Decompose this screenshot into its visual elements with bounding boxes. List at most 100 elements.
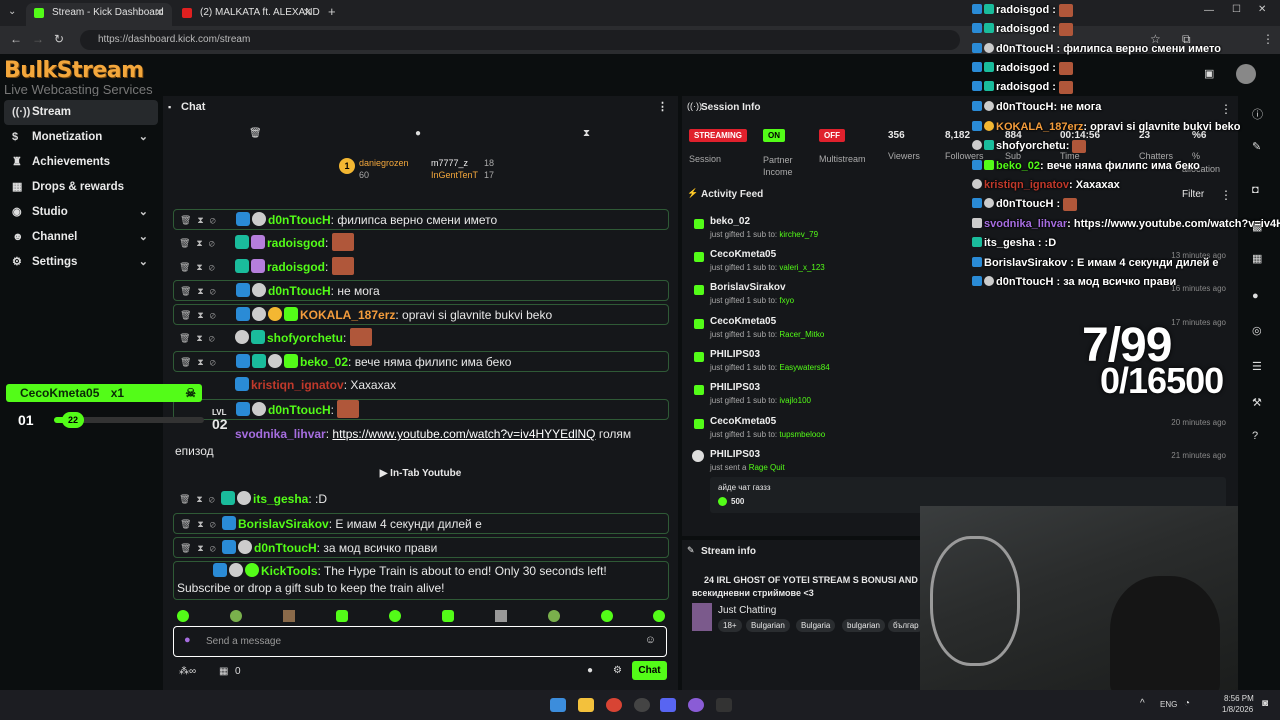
chat-username[interactable]: KickTools (261, 564, 317, 578)
obs-icon[interactable] (634, 698, 650, 712)
windows-start-icon[interactable] (550, 698, 566, 712)
sidebar-item-studio[interactable]: ◉ Studio ⌄ (0, 200, 162, 225)
info-icon[interactable]: ⓘ (1252, 106, 1263, 122)
mod-actions-icon[interactable]: 🗑⧗⊘ (180, 538, 222, 557)
mod-actions-icon[interactable]: 🗑⧗⊘ (180, 305, 222, 324)
activity-target[interactable]: kirchev_79 (779, 230, 818, 239)
sidebar-item-settings[interactable]: ⚙ Settings ⌄ (0, 250, 162, 275)
emote-icon[interactable] (548, 610, 560, 622)
sidebar-item-drops[interactable]: ▦ Drops & rewards (0, 175, 162, 200)
microphone-icon[interactable]: ● (184, 634, 191, 646)
activity-target[interactable]: ivajlo100 (779, 396, 811, 405)
hourglass-icon[interactable]: ⧗ (583, 128, 590, 139)
emote-icon[interactable] (230, 610, 242, 622)
browser-tab-youtube[interactable]: (2) MALKATA ft. ALEXANDE ✕ (174, 3, 320, 26)
category-name[interactable]: Just Chatting (718, 605, 776, 616)
clock-date[interactable]: 1/8/2026 (1222, 705, 1253, 714)
chat-settings-icon[interactable]: ● (587, 665, 593, 676)
chat-link[interactable]: https://www.youtube.com/watch?v=iv4HYYEd… (332, 427, 595, 441)
terminal-icon[interactable] (716, 698, 732, 712)
discord-icon[interactable] (660, 698, 676, 712)
chat-username[interactable]: radoisgod (267, 260, 325, 274)
emoji-icon[interactable]: ☺ (645, 634, 656, 646)
sidebar-item-stream[interactable]: ((·)) Stream (4, 100, 158, 125)
tag[interactable]: българ (888, 619, 924, 632)
emote-icon[interactable] (601, 610, 613, 622)
emote-icon[interactable] (653, 610, 665, 622)
chat-bubble-icon[interactable]: ● (1252, 290, 1259, 302)
gear-icon[interactable]: ⚙ (613, 665, 622, 676)
tray-arrow-icon[interactable]: ^ (1140, 698, 1145, 709)
wrench-icon[interactable]: ⚒ (1252, 396, 1262, 409)
more-options-icon[interactable]: ⋮ (1220, 102, 1232, 116)
emote-icon[interactable] (442, 610, 454, 622)
chat-username[interactable]: BorislavSirakov (238, 517, 329, 531)
mod-actions-icon[interactable]: 🗑⧗⊘ (179, 489, 221, 510)
wifi-icon[interactable]: ◔ (1184, 698, 1190, 709)
app-icon[interactable] (688, 698, 704, 712)
chat-username[interactable]: d0nTtoucH (268, 213, 331, 227)
camera-icon[interactable]: ◘ (1252, 184, 1259, 196)
mod-actions-icon[interactable]: 🗑⧗⊘ (180, 210, 222, 229)
activity-name[interactable]: CecoKmeta05 (710, 416, 1226, 427)
browser-tab-kick[interactable]: Stream - Kick Dashboard ✕ (26, 3, 172, 26)
chat-input[interactable]: ● Send a message ☺ (173, 626, 667, 657)
broadcast-icon[interactable]: ◎ (1252, 324, 1262, 337)
more-options-icon[interactable]: ⋮ (657, 96, 668, 118)
sidebar-item-achievements[interactable]: ♜ Achievements (0, 150, 162, 175)
chat-username[interactable]: its_gesha (253, 492, 308, 506)
pencil-icon[interactable]: ✎ (1252, 140, 1261, 153)
emote-icon[interactable] (336, 610, 348, 622)
mod-actions-icon[interactable]: 🗑⧗⊘ (179, 257, 221, 278)
address-bar[interactable]: https://dashboard.kick.com/stream (80, 30, 960, 50)
mod-actions-icon[interactable]: 🗑⧗⊘ (179, 233, 221, 254)
chat-username[interactable]: radoisgod (267, 236, 325, 250)
chrome-icon[interactable] (606, 698, 622, 712)
activity-target[interactable]: Racer_Mitko (779, 330, 824, 339)
maximize-button[interactable]: ☐ (1232, 4, 1241, 15)
send-chat-button[interactable]: Chat (632, 661, 667, 680)
chat-username[interactable]: kristiqn_ignatov (251, 378, 344, 392)
mod-actions-icon[interactable]: 🗑⧗⊘ (180, 514, 222, 533)
activity-target[interactable]: valeri_x_123 (779, 263, 824, 272)
sidebar-item-channel[interactable]: ☻ Channel ⌄ (0, 225, 162, 250)
emote-icon[interactable] (389, 610, 401, 622)
close-tab-icon[interactable]: ✕ (155, 3, 164, 23)
notification-bell-icon[interactable]: ◙ (1262, 698, 1268, 709)
chat-username[interactable]: d0nTtoucH (268, 403, 331, 417)
help-icon[interactable]: ? (1252, 430, 1258, 442)
chat-username[interactable]: d0nTtoucH (254, 541, 317, 555)
activity-target[interactable]: Easywaters84 (779, 363, 829, 372)
chat-username[interactable]: d0nTtoucH (268, 284, 331, 298)
chat-username[interactable]: shofyorchetu (267, 331, 343, 345)
emote-icon[interactable] (283, 610, 295, 622)
gift-icon[interactable]: ▦ (219, 666, 228, 677)
back-icon[interactable]: ← (10, 32, 22, 46)
tag[interactable]: Bulgaria (796, 619, 836, 632)
filter-button[interactable]: Filter (1182, 189, 1204, 200)
sidebar-item-monetization[interactable]: $ Monetization ⌄ (0, 125, 162, 150)
forward-icon[interactable]: → (32, 32, 44, 46)
menu-dots-icon[interactable]: ⋮ (1262, 32, 1274, 46)
clock-time[interactable]: 8:56 PM (1224, 694, 1254, 703)
tag[interactable]: Bulgarian (746, 619, 790, 632)
tag[interactable]: bulgarian (842, 619, 885, 632)
close-window-button[interactable]: ✕ (1258, 4, 1266, 15)
notifications-icon[interactable]: ▣ (1204, 67, 1214, 80)
chat-bubble-icon[interactable]: ● (415, 128, 421, 139)
file-explorer-icon[interactable] (578, 698, 594, 712)
chat-username[interactable]: svodnika_lihvar (235, 427, 326, 441)
language-indicator[interactable]: ENG (1160, 700, 1177, 709)
chat-username[interactable]: beko_02 (300, 355, 348, 369)
mod-actions-icon[interactable]: 🗑⧗⊘ (179, 328, 221, 349)
emote-icon[interactable] (177, 610, 189, 622)
tab-menu-icon[interactable]: ⌄ (8, 6, 16, 17)
tag[interactable]: 18+ (718, 619, 742, 632)
activity-target[interactable]: fxyo (779, 296, 794, 305)
chat-username[interactable]: KOKALA_187erz (300, 308, 395, 322)
activity-target[interactable]: tupsmbelooo (779, 430, 825, 439)
more-options-icon[interactable]: ⋮ (1220, 188, 1232, 202)
intab-youtube-banner[interactable]: ▶ In-Tab Youtube (163, 468, 678, 479)
reload-icon[interactable]: ↻ (54, 32, 64, 46)
mod-actions-icon[interactable]: 🗑⧗⊘ (180, 281, 222, 300)
